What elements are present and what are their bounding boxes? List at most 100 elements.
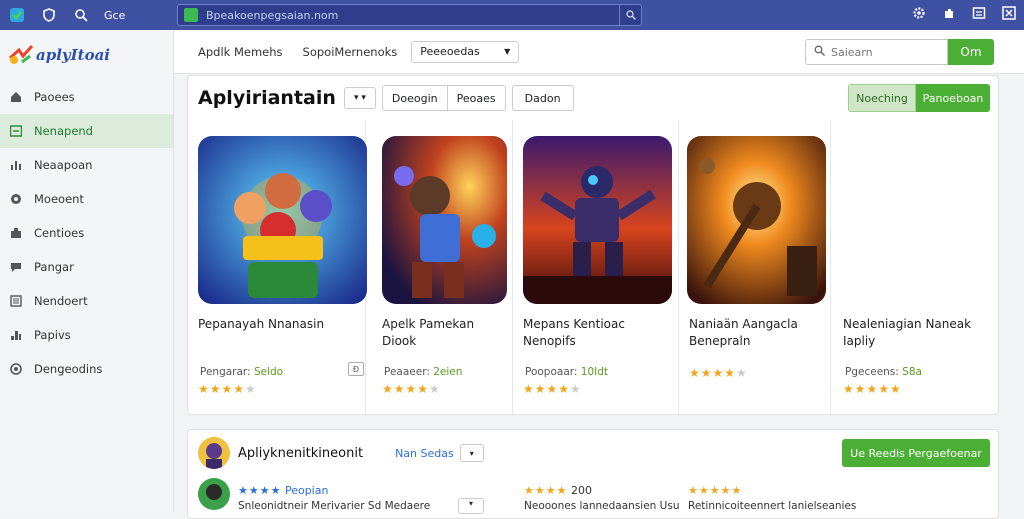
logo-icon (9, 44, 34, 64)
app-name[interactable]: Mepans Kentioac Nenopifs (523, 316, 663, 350)
app-meta: Pgeceens: S8a (845, 366, 922, 378)
tab-1[interactable]: Peoaes (448, 86, 505, 110)
sidebar-item-8[interactable]: Dengeodins (0, 352, 173, 386)
shield-icon[interactable] (40, 6, 58, 24)
dot-icon (10, 363, 22, 375)
rating-stars: ★★★★★ (689, 366, 748, 380)
meta-value: 2eien (433, 366, 463, 378)
app-name[interactable]: Apelk Pamekan Diook (382, 316, 502, 350)
window-icon[interactable] (972, 6, 986, 23)
address-search-icon[interactable] (619, 5, 641, 25)
tab-0[interactable]: Doeogin (383, 86, 448, 110)
list-row[interactable]: ★★★★ Peopian Snleonidtneir Merivarier Sd… (188, 478, 998, 518)
home-icon (10, 91, 22, 103)
chart-icon (10, 159, 22, 171)
gear-icon[interactable] (912, 6, 926, 23)
sidebar-item-label: Moeoent (34, 192, 84, 206)
nav-link-1[interactable]: SopoiMernenoks (303, 45, 398, 59)
app-thumbnail[interactable] (523, 136, 672, 304)
search-icon (814, 45, 825, 59)
close-icon[interactable] (1002, 6, 1016, 23)
search-button[interactable]: Om (948, 39, 994, 65)
chat-icon (10, 261, 22, 273)
app-meta: Pengarar: Seldo (200, 366, 283, 378)
rating-stars: ★★★★★ (382, 382, 441, 396)
list-item-0-rating: ★★★★ Peopian (238, 484, 328, 497)
card-title: Aplyiriantain (198, 87, 336, 109)
sidebar-item-0[interactable]: Paoees (0, 80, 173, 114)
action-b-button[interactable]: Panoeboan (916, 84, 990, 112)
list-icon (10, 295, 22, 307)
puzzle-icon (10, 227, 22, 239)
app-thumbnail[interactable] (382, 136, 507, 304)
tab-2[interactable]: Dadon (511, 85, 574, 111)
rating-stars: ★★★★★ (843, 382, 902, 396)
sidebar-item-3[interactable]: Moeoent (0, 182, 173, 216)
app-name[interactable]: Nealeniagian Naneak Iapliy (843, 316, 993, 350)
meta-label: Peaaeer: (384, 366, 430, 378)
app-meta: Poopoaar: 10Idt (525, 366, 608, 378)
app-meta: Peaaeer: 2eien (384, 366, 462, 378)
logo-text: aplyItoai (36, 46, 110, 64)
see-all-link[interactable]: Nan Sedas (395, 447, 454, 460)
search-input[interactable]: Saiearn (805, 39, 948, 65)
grid-icon (10, 125, 22, 137)
app-tile-1[interactable]: Apelk Pamekan Diook Peaaeer: 2eien ★★★★★ (366, 120, 513, 416)
list-header: Apliyknenitkineonit Nan Sedas ▾ Ue Reedi… (188, 430, 998, 476)
list-item-0-sub: Snleonidtneir Merivarier Sd Medaere (238, 500, 431, 512)
sidebar-item-label: Pangar (34, 260, 74, 274)
list-title: Apliyknenitkineonit (238, 445, 364, 461)
avatar[interactable] (198, 437, 230, 469)
address-bar[interactable]: Bpeakoenpegsaian.nom (177, 4, 642, 26)
app-tile-0[interactable]: Pepanayah Nnanasin Ð Pengarar: Seldo ★★★… (188, 120, 367, 416)
app-tile-2[interactable]: Mepans Kentioac Nenopifs Poopoaar: 10Idt… (513, 120, 679, 416)
sidebar-item-label: Papivs (34, 328, 71, 342)
rating-stars: ★★★★★ (198, 382, 257, 396)
search-box: Saiearn Om (805, 39, 994, 65)
sidebar-item-label: Neaapoan (34, 158, 93, 172)
sidebar-item-label: Nendoert (34, 294, 88, 308)
chevron-down-icon[interactable]: ▾ (459, 444, 484, 462)
app-icon[interactable] (8, 6, 26, 24)
card-header: Aplyiriantain ▾ ▾ Doeogin Peoaes Dadon N… (188, 76, 998, 120)
titlebar-text: Gce (104, 8, 126, 22)
meta-value: 10Idt (580, 366, 609, 378)
sidebar-item-7[interactable]: Papivs (0, 318, 173, 352)
category-select[interactable]: Peeeoedas ▼ (411, 40, 520, 63)
list-action-button[interactable]: Ue Reedis Pergaefoenar (842, 439, 990, 467)
meta-label: Poopoaar: (525, 366, 578, 378)
action-a-button[interactable]: Noeching (848, 84, 916, 112)
address-text[interactable]: Bpeakoenpegsaian.nom (206, 9, 619, 22)
sidebar-item-label: Nenapend (34, 124, 93, 138)
bar-icon (10, 329, 22, 341)
app-name[interactable]: Naniaän Aangacla Benepraln (689, 316, 829, 350)
action-group: Noeching Panoeboan (848, 84, 990, 112)
app-name[interactable]: Pepanayah Nnanasin (198, 316, 348, 333)
list-item-2-rating: ★★★★★ (688, 484, 742, 497)
badge-icon: Ð (348, 362, 364, 376)
puzzle-icon[interactable] (942, 6, 956, 23)
avatar[interactable] (198, 478, 230, 510)
search-icon[interactable] (72, 6, 90, 24)
list-item-0-text: Peopian (284, 484, 329, 497)
sidebar-item-5[interactable]: Pangar (0, 250, 173, 284)
circle-icon (10, 193, 22, 205)
app-thumbnail[interactable] (687, 136, 826, 304)
sidebar-item-4[interactable]: Centioes (0, 216, 173, 250)
app-thumbnail[interactable] (198, 136, 367, 304)
sidebar-item-1[interactable]: Nenapend (0, 114, 173, 148)
logo[interactable]: aplyItoai (0, 30, 173, 80)
sidebar-item-label: Centioes (34, 226, 85, 240)
title-dropdown[interactable]: ▾ ▾ (343, 87, 376, 109)
sidebar-item-2[interactable]: Neaapoan (0, 148, 173, 182)
app-tile-3[interactable]: Naniaän Aangacla Benepraln ★★★★★ (679, 120, 831, 416)
sidebar-item-6[interactable]: Nendoert (0, 284, 173, 318)
search-placeholder: Saiearn (831, 45, 873, 59)
nav-link-0[interactable]: Apdlk Memehs (198, 45, 283, 59)
tab-group: Doeogin Peoaes (381, 85, 506, 111)
meta-label: Pgeceens: (845, 366, 899, 378)
app-tile-4[interactable]: Nealeniagian Naneak Iapliy Pgeceens: S8a… (831, 120, 1000, 416)
star-icons: ★★★★★ (688, 484, 743, 497)
favicon-icon (184, 8, 198, 22)
featured-apps-card: Aplyiriantain ▾ ▾ Doeogin Peoaes Dadon N… (187, 75, 1000, 416)
